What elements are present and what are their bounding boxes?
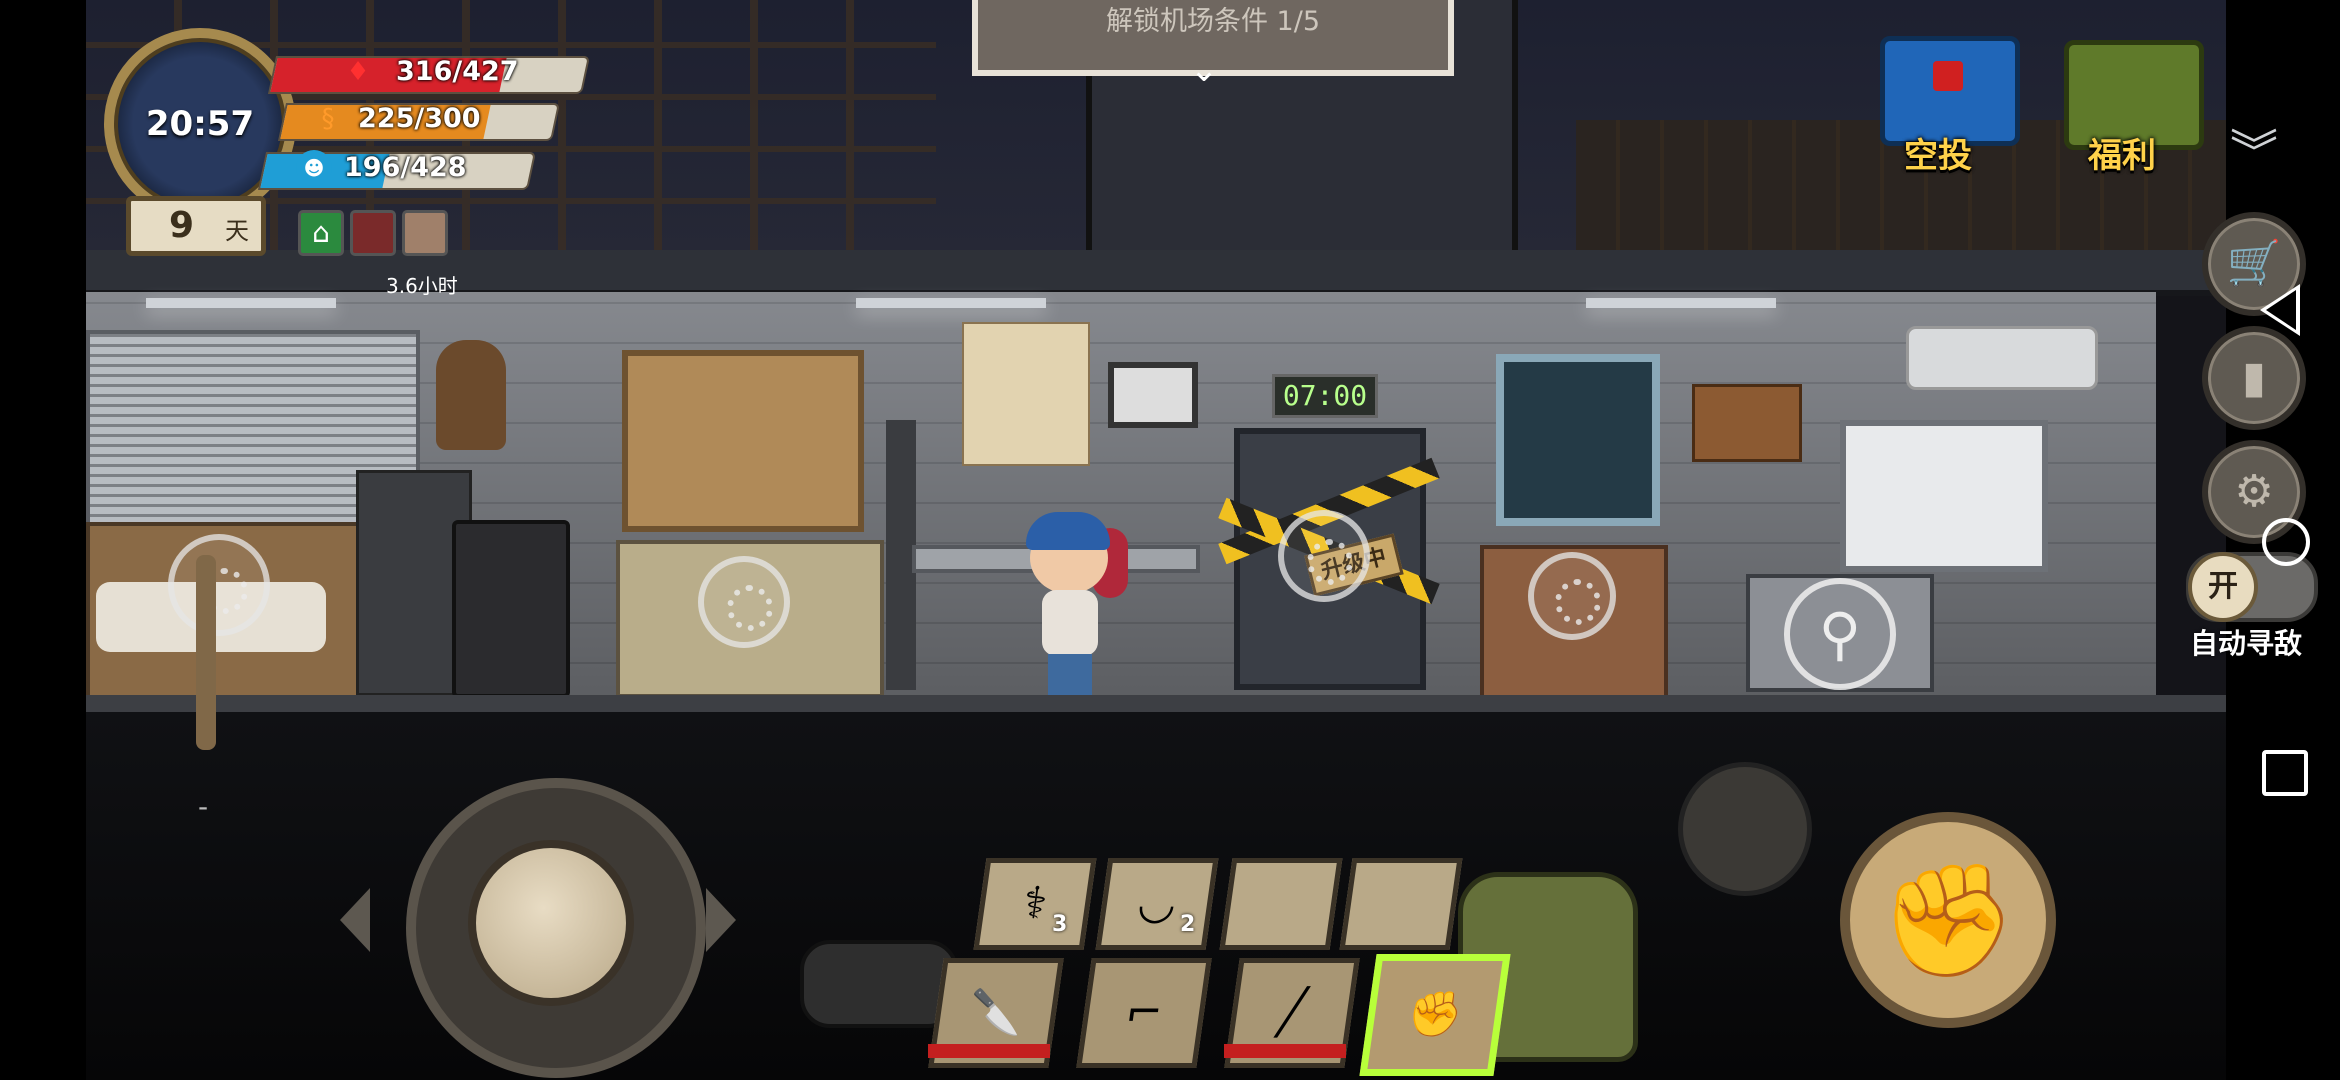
- arrow-right-icon: [706, 888, 736, 952]
- consumable-slot-2[interactable]: ◡: [1095, 858, 1219, 950]
- consumable-slot-3[interactable]: [1219, 858, 1343, 950]
- status-timer: 3.6小时: [386, 274, 458, 298]
- zoom-minus[interactable]: -: [198, 790, 208, 823]
- auto-seek-label: 自动寻敌: [2190, 627, 2303, 660]
- nav-recent-apps-icon[interactable]: [2262, 750, 2308, 796]
- consumable-count-1: 3: [1052, 912, 1068, 937]
- vegetable-soup-poster: [962, 322, 1090, 466]
- consumable-slot-1[interactable]: ⚕: [973, 858, 1097, 950]
- brain-icon: ☻: [296, 150, 332, 186]
- zombie-status-icon[interactable]: [350, 210, 396, 256]
- ceiling-light: [1586, 298, 1776, 308]
- home-status-icon[interactable]: ⌂: [298, 210, 344, 256]
- arrow-left-icon: [340, 888, 370, 952]
- search-icon[interactable]: ⚲: [1784, 578, 1896, 690]
- weapon-slot-fist[interactable]: ✊: [1359, 954, 1511, 1076]
- revolver-icon: ⌐: [1122, 987, 1167, 1038]
- nav-home-icon[interactable]: [2262, 518, 2310, 566]
- mushroom-painting: [1496, 354, 1660, 526]
- stomach-icon: §: [321, 104, 335, 134]
- tool-pegboard: [622, 350, 864, 532]
- door-interact-button[interactable]: [1278, 510, 1370, 602]
- stove-interact-button[interactable]: [1528, 552, 1616, 640]
- office-chair: [452, 520, 570, 698]
- collapse-chevron-icon[interactable]: ︾: [2226, 118, 2282, 188]
- consumable-slot-4[interactable]: [1339, 858, 1463, 950]
- mood-value: 196/428: [344, 152, 467, 183]
- knife-durability: [928, 1044, 1050, 1058]
- airdrop-label[interactable]: 空投: [1904, 128, 1972, 177]
- eye-status-icon[interactable]: [402, 210, 448, 256]
- weapon-slot-revolver[interactable]: ⌐: [1076, 958, 1212, 1068]
- secondary-action-button[interactable]: [1678, 762, 1812, 896]
- bat-durability: [1224, 1044, 1346, 1058]
- consumable-count-2: 2: [1180, 912, 1196, 937]
- joystick-knob[interactable]: [468, 840, 634, 1006]
- bed-interact-button[interactable]: [168, 534, 270, 636]
- deer-trophy: [436, 340, 506, 450]
- health-value: 316/427: [396, 56, 519, 87]
- day-counter: 9 天: [126, 196, 266, 256]
- wall-map-pin: [1692, 384, 1802, 462]
- stopwatch-clock: 20:57: [104, 28, 296, 220]
- fist-icon: ✊: [1404, 989, 1467, 1040]
- blood-drop-icon: ♦: [346, 57, 370, 87]
- medicine-bottle-icon: ⚕: [1019, 878, 1051, 929]
- chevron-down-icon[interactable]: ⌄: [1182, 50, 1226, 90]
- ceiling-light: [856, 298, 1046, 308]
- unlock-airport-text: 解锁机场条件 1/5: [1105, 6, 1321, 37]
- air-conditioner: [1906, 326, 2098, 390]
- hunger-value: 225/300: [358, 103, 481, 134]
- workbench-interact-button[interactable]: [698, 556, 790, 648]
- welfare-label[interactable]: 福利: [2088, 128, 2156, 177]
- zoom-slider[interactable]: [196, 555, 216, 750]
- toggle-knob: 开: [2188, 552, 2258, 622]
- player-character[interactable]: [1012, 508, 1132, 708]
- day-number: 9: [169, 205, 195, 246]
- soup-bowl-icon: ◡: [1134, 878, 1180, 929]
- ceiling-light: [146, 298, 336, 308]
- dumbbell-decoration: [800, 940, 958, 1028]
- leaderboard-button[interactable]: ▮: [2202, 326, 2306, 430]
- day-unit: 天: [225, 217, 249, 245]
- cat-picture-frame: [1108, 362, 1198, 428]
- attack-fist-button[interactable]: ✊: [1840, 812, 2056, 1028]
- wall-clock-display: 07:00: [1272, 374, 1378, 418]
- map-whiteboard: [1840, 420, 2048, 572]
